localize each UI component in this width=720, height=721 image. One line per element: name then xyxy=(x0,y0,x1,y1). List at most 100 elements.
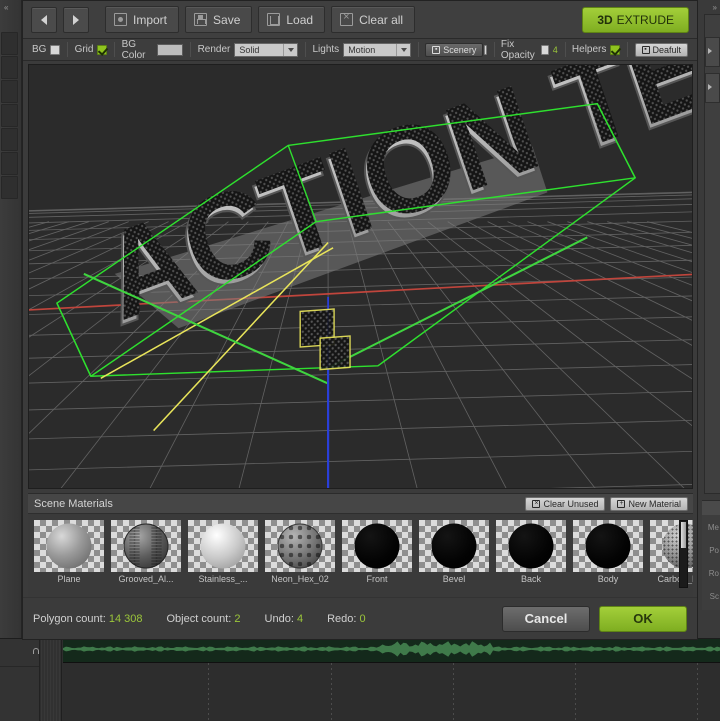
new-material-label: New Material xyxy=(628,499,681,509)
timeline-track-header[interactable] xyxy=(0,639,40,721)
bg-tool-button[interactable] xyxy=(1,80,18,103)
scenery-button[interactable]: ▪ Scenery xyxy=(425,43,483,57)
material-item[interactable]: Bevel xyxy=(419,520,489,598)
material-item[interactable]: Stainless_... xyxy=(188,520,258,598)
gizmo-plane-handle-2 xyxy=(320,336,350,370)
bg-tool-button[interactable] xyxy=(1,128,18,151)
default-button[interactable]: ▪ Deafult xyxy=(635,43,689,57)
bg-color-swatch[interactable] xyxy=(157,44,183,56)
plus-icon: + xyxy=(617,500,625,508)
bg-option[interactable]: BG xyxy=(32,44,60,55)
bg-tool-button[interactable] xyxy=(1,56,18,79)
material-thumbnail[interactable] xyxy=(496,520,566,572)
materials-scrollbar[interactable] xyxy=(679,520,688,588)
save-button[interactable]: Save xyxy=(185,6,252,33)
fix-opacity-label: Fix Opacity xyxy=(501,39,537,61)
fix-opacity-value[interactable]: 4 xyxy=(553,45,558,55)
material-preview-sphere xyxy=(124,524,169,569)
grid-checkbox[interactable] xyxy=(97,45,107,55)
load-button[interactable]: Load xyxy=(258,6,325,33)
bg-tool-button[interactable] xyxy=(1,32,18,55)
material-preview-sphere xyxy=(201,524,246,569)
3d-extrude-dialog: Import Save Load Clear all 3D EXTRUDE BG… xyxy=(22,0,698,640)
material-thumbnail[interactable] xyxy=(419,520,489,572)
helpers-option[interactable]: Helpers xyxy=(572,44,620,55)
expand-arrow-icon[interactable] xyxy=(708,84,712,90)
bg-property-label: Me xyxy=(708,523,719,532)
dialog-status-bar: Polygon count: 14 308 Object count: 2 Un… xyxy=(23,597,697,639)
clear-unused-button[interactable]: × Clear Unused xyxy=(525,497,605,511)
fix-opacity-checkbox[interactable] xyxy=(541,45,549,55)
material-item[interactable]: Grooved_Al... xyxy=(111,520,181,598)
bg-tool-button[interactable] xyxy=(1,176,18,199)
material-pattern-overlay xyxy=(124,524,169,569)
timeline-body[interactable] xyxy=(63,663,720,720)
bg-tree-row[interactable] xyxy=(705,73,720,103)
bg-tool-button[interactable] xyxy=(1,104,18,127)
import-label: Import xyxy=(133,13,167,27)
lock-icon[interactable] xyxy=(33,648,39,654)
timeline-audio-track[interactable] xyxy=(63,639,720,663)
material-preview-sphere xyxy=(586,524,631,569)
lights-option[interactable]: Lights Motion xyxy=(313,43,412,57)
polygon-count-value: 14 308 xyxy=(109,613,143,625)
viewport-canvas[interactable]: ACTION TECH ACTION TECH ACTION TECH xyxy=(29,65,692,488)
nav-next-button[interactable] xyxy=(63,7,89,33)
material-item[interactable]: Back xyxy=(496,520,566,598)
bg-label: BG xyxy=(32,44,46,55)
material-item[interactable]: Neon_Hex_02 xyxy=(265,520,335,598)
ok-button[interactable]: OK xyxy=(599,606,687,632)
grid-option[interactable]: Grid xyxy=(75,44,108,55)
material-preview-sphere xyxy=(278,524,323,569)
lights-select[interactable]: Motion xyxy=(343,43,411,57)
cancel-button[interactable]: Cancel xyxy=(502,606,590,632)
bg-color-option[interactable]: BG Color xyxy=(122,39,184,61)
clear-all-button[interactable]: Clear all xyxy=(331,6,415,33)
extrude-label: EXTRUDE xyxy=(617,13,674,27)
scenery-label: Scenery xyxy=(443,45,476,55)
render-select[interactable]: Solid xyxy=(234,43,298,57)
chevron-down-icon[interactable] xyxy=(396,44,410,56)
chevron-down-icon[interactable] xyxy=(283,44,297,56)
material-thumbnail[interactable] xyxy=(111,520,181,572)
nav-prev-button[interactable] xyxy=(31,7,57,33)
material-label: Bevel xyxy=(419,574,489,584)
material-thumbnail[interactable] xyxy=(573,520,643,572)
material-label: Stainless_... xyxy=(188,574,258,584)
viewport-options-bar: BG Grid BG Color Render Solid Lights Mot… xyxy=(23,39,697,61)
background-left-toolbar: « xyxy=(0,0,22,640)
fix-opacity-option[interactable]: Fix Opacity 4 xyxy=(501,39,558,61)
3d-extrude-button[interactable]: 3D EXTRUDE xyxy=(582,7,689,33)
helpers-checkbox[interactable] xyxy=(610,45,620,55)
material-thumbnail[interactable] xyxy=(34,520,104,572)
import-button[interactable]: Import xyxy=(105,6,179,33)
material-thumbnail[interactable] xyxy=(265,520,335,572)
dialog-toolbar: Import Save Load Clear all 3D EXTRUDE xyxy=(23,1,697,39)
bg-color-label: BG Color xyxy=(122,39,153,61)
render-option[interactable]: Render Solid xyxy=(198,43,299,57)
material-item[interactable]: Front xyxy=(342,520,412,598)
material-label: Neon_Hex_02 xyxy=(265,574,335,584)
bg-property-label: Po xyxy=(709,546,719,555)
lights-label: Lights xyxy=(313,44,340,55)
redo-label: Redo: xyxy=(327,613,356,625)
object-count-value: 2 xyxy=(234,613,240,625)
bg-property-label: Sc xyxy=(710,592,719,601)
materials-grid[interactable]: PlaneGrooved_Al... Stainless_... Neon_Hex_… xyxy=(28,514,693,598)
collapse-left-icon[interactable]: « xyxy=(4,3,7,12)
collapse-right-icon[interactable]: » xyxy=(713,3,716,12)
material-thumbnail[interactable] xyxy=(342,520,412,572)
bg-checkbox[interactable] xyxy=(50,45,60,55)
material-item[interactable]: Plane xyxy=(34,520,104,598)
material-thumbnail[interactable] xyxy=(188,520,258,572)
save-icon xyxy=(194,13,207,26)
3d-viewport[interactable]: ACTION TECH ACTION TECH ACTION TECH xyxy=(28,64,693,489)
scenery-checkbox[interactable] xyxy=(484,45,487,55)
material-pattern-overlay xyxy=(663,524,694,569)
bg-tool-button[interactable] xyxy=(1,152,18,175)
material-item[interactable]: Body xyxy=(573,520,643,598)
new-material-button[interactable]: + New Material xyxy=(610,497,688,511)
expand-arrow-icon[interactable] xyxy=(708,48,712,54)
bg-tree-row[interactable] xyxy=(705,37,720,67)
material-preview-sphere xyxy=(663,524,694,569)
